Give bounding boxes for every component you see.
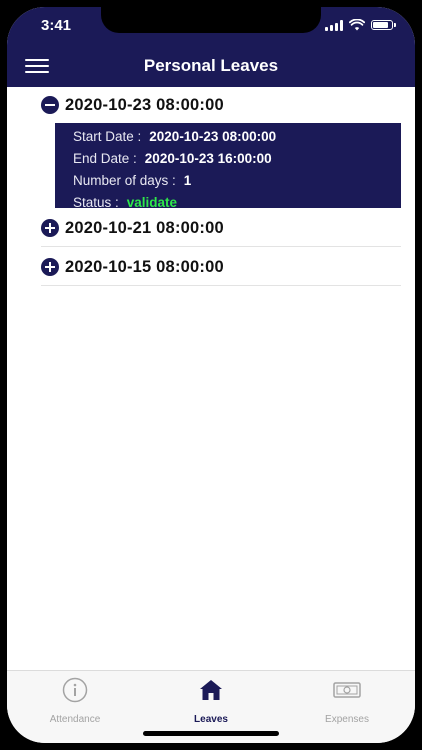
start-date-label: Start Date :	[73, 129, 142, 144]
tab-label: Leaves	[194, 714, 228, 725]
battery-icon	[371, 20, 396, 30]
tab-label: Expenses	[325, 714, 369, 725]
device-notch	[101, 7, 321, 33]
leave-date: 2020-10-21 08:00:00	[65, 218, 224, 237]
status-value: validate	[126, 195, 178, 210]
detail-row-end: End Date : 2020-10-23 16:00:00	[73, 148, 401, 170]
leave-item: 2020-10-21 08:00:00	[41, 210, 401, 247]
home-indicator[interactable]	[143, 731, 279, 736]
leave-item-header[interactable]: 2020-10-21 08:00:00	[41, 210, 401, 246]
tab-leaves[interactable]: Leaves	[143, 677, 279, 725]
page-title: Personal Leaves	[143, 56, 279, 75]
number-of-days-value: 1	[183, 173, 192, 188]
phone-screen: 3:41 Personal Leaves 2020-10-23 08:00:00	[7, 7, 415, 743]
tab-attendance[interactable]: Attendance	[7, 677, 143, 725]
status-time: 3:41	[41, 17, 72, 34]
tab-label: Attendance	[49, 714, 101, 725]
cellular-signal-icon	[325, 19, 343, 31]
leave-item-header[interactable]: 2020-10-15 08:00:00	[41, 249, 401, 285]
leave-item: 2020-10-15 08:00:00	[41, 249, 401, 286]
detail-row-start: Start Date : 2020-10-23 08:00:00	[73, 126, 401, 148]
leave-date: 2020-10-15 08:00:00	[65, 257, 224, 276]
leave-date: 2020-10-23 08:00:00	[65, 95, 224, 114]
leave-item: 2020-10-23 08:00:00 Start Date :2020-10-…	[41, 87, 401, 210]
info-circle-icon	[62, 677, 88, 703]
tab-expenses[interactable]: Expenses	[279, 677, 415, 725]
wifi-icon	[349, 19, 365, 31]
leave-details-panel: Start Date : 2020-10-23 08:00:00 End Date…	[55, 123, 401, 210]
expand-plus-icon[interactable]	[41, 258, 59, 276]
status-label: Status :	[73, 195, 119, 210]
home-icon	[200, 680, 222, 700]
banknote-icon	[333, 682, 361, 698]
expand-plus-icon[interactable]	[41, 219, 59, 237]
end-date-value: 2020-10-23 16:00:00	[144, 151, 272, 166]
collapse-minus-icon[interactable]	[41, 96, 59, 114]
status-icons	[325, 19, 396, 31]
divider	[41, 285, 401, 286]
detail-row-days: Number of days : 1	[73, 170, 401, 192]
number-of-days-label: Number of days :	[73, 173, 176, 188]
leave-item-header[interactable]: 2020-10-23 08:00:00	[41, 87, 401, 123]
end-date-label: End Date :	[73, 151, 137, 166]
start-date-value: 2020-10-23 08:00:00	[149, 129, 277, 144]
leaves-list: 2020-10-23 08:00:00 Start Date :2020-10-…	[7, 87, 415, 286]
app-header: 3:41 Personal Leaves	[7, 7, 415, 87]
divider	[41, 246, 401, 247]
